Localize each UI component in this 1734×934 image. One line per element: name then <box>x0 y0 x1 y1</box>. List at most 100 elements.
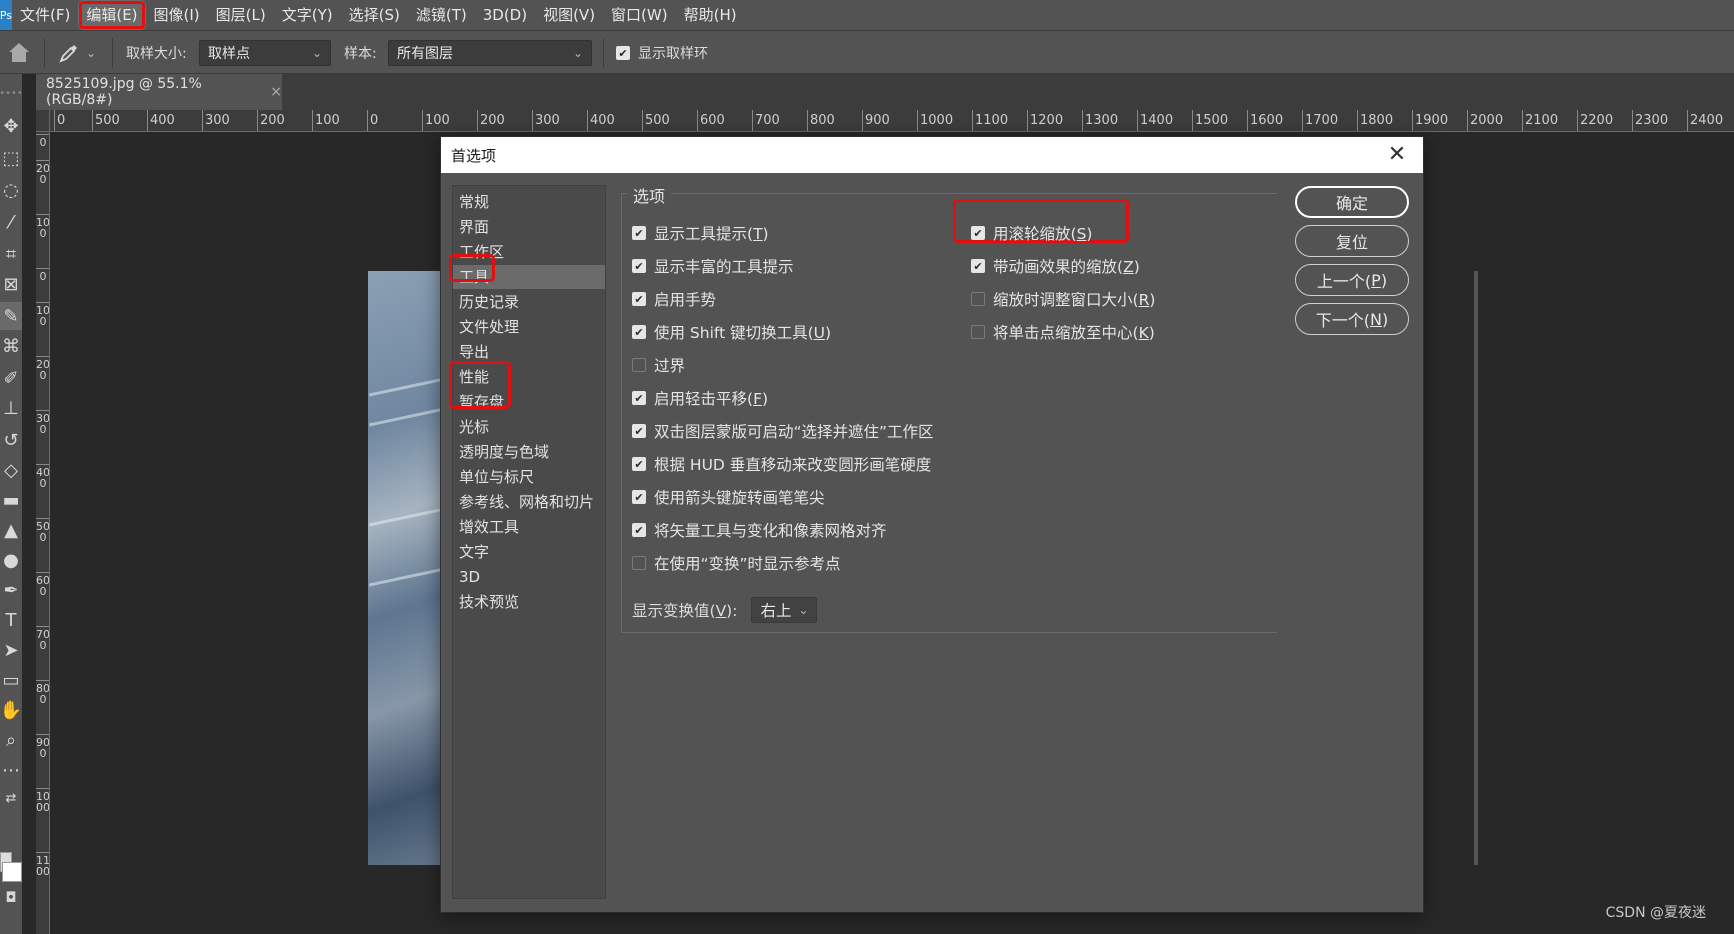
tool-preset-picker[interactable]: ⌄ <box>58 31 96 75</box>
option-snap-vector-pixel-grid[interactable]: ✔ 将矢量工具与变化和像素网格对齐 <box>632 519 887 541</box>
checkbox-unchecked-icon <box>632 358 646 372</box>
option-label: 启用手势 <box>654 291 717 309</box>
category-units-rulers[interactable]: 单位与标尺 <box>453 465 605 489</box>
option-label: 使用箭头键旋转画笔笔尖 <box>654 489 825 507</box>
ruler-tick-label: 200 <box>477 110 505 131</box>
ruler-origin[interactable] <box>36 110 50 132</box>
category-interface[interactable]: 界面 <box>453 215 605 239</box>
more-icon[interactable]: ⋯ <box>0 756 22 784</box>
category-plugins[interactable]: 增效工具 <box>453 515 605 539</box>
category-cursors[interactable]: 光标 <box>453 415 605 439</box>
eraser-icon[interactable]: ◇ <box>0 456 22 484</box>
ruler-tick-label: 900 <box>36 734 50 760</box>
healing-icon[interactable]: ⌘ <box>0 332 22 360</box>
category-transparency-gamut[interactable]: 透明度与色域 <box>453 440 605 464</box>
option-zoom-resizes-windows[interactable]: 缩放时调整窗口大小(R) <box>971 288 1155 310</box>
category-guides-grid-slices[interactable]: 参考线、网格和切片 <box>453 490 605 514</box>
close-icon[interactable]: ✕ <box>1385 143 1409 167</box>
prev-button[interactable]: 上一个(P) <box>1295 264 1409 296</box>
marquee-icon[interactable]: ⬚ <box>0 144 22 172</box>
dodge-icon[interactable]: ● <box>0 546 22 574</box>
swap-colors-icon[interactable]: ⇄ <box>0 784 22 812</box>
sample-value: 所有图层 <box>397 46 453 62</box>
quick-mask-icon[interactable]: ◘ <box>0 884 22 912</box>
stamp-icon[interactable]: ⊥ <box>0 394 22 422</box>
menu-window[interactable]: 窗口(W) <box>603 0 676 30</box>
menu-view[interactable]: 视图(V) <box>535 0 603 30</box>
transform-values-select[interactable]: 右上 ⌄ <box>751 597 818 623</box>
horizontal-ruler[interactable]: 0 500 400 300 200 100 0 100 200 300 400 … <box>50 110 1734 132</box>
option-label: 显示工具提示(T) <box>654 225 769 243</box>
checkbox-checked-icon: ✔ <box>971 226 985 240</box>
category-tools[interactable]: 工具 <box>453 265 605 289</box>
option-shift-switch-tool[interactable]: ✔ 使用 Shift 键切换工具(U) <box>632 321 831 343</box>
eyedropper-icon[interactable]: ✎ <box>0 302 22 330</box>
move-icon[interactable]: ✥ <box>0 112 22 140</box>
gradient-icon[interactable]: ▬ <box>0 486 22 514</box>
ruler-tick-label: 700 <box>36 626 50 652</box>
checkbox-checked-icon: ✔ <box>971 259 985 273</box>
option-flick-panning[interactable]: ✔ 启用轻击平移(F) <box>632 387 768 409</box>
option-arrow-rotate-brush[interactable]: ✔ 使用箭头键旋转画笔笔尖 <box>632 486 825 508</box>
menu-type[interactable]: 文字(Y) <box>274 0 341 30</box>
category-export[interactable]: 导出 <box>453 340 605 364</box>
category-workspace[interactable]: 工作区 <box>453 240 605 264</box>
rectangle-icon[interactable]: ▭ <box>0 666 22 694</box>
menu-file[interactable]: 文件(F) <box>12 0 78 30</box>
hand-icon[interactable]: ✋ <box>0 696 22 724</box>
zoom-icon[interactable]: ⌕ <box>0 726 22 754</box>
vertical-ruler[interactable]: 0 200 100 0 100 200 300 400 500 600 700 … <box>36 132 50 934</box>
dialog-titlebar[interactable]: 首选项 ✕ <box>441 137 1423 173</box>
option-show-rich-tooltips[interactable]: ✔ 显示丰富的工具提示 <box>632 255 794 277</box>
option-zoom-clicked-point-to-center[interactable]: 将单击点缩放至中心(K) <box>971 321 1155 343</box>
sample-select[interactable]: 所有图层 ⌄ <box>388 40 592 66</box>
category-performance[interactable]: 性能 <box>453 365 605 389</box>
menu-image[interactable]: 图像(I) <box>146 0 208 30</box>
menu-edit[interactable]: 编辑(E) <box>78 0 146 30</box>
category-technology-previews[interactable]: 技术预览 <box>453 590 605 614</box>
menu-select[interactable]: 选择(S) <box>341 0 408 30</box>
category-general[interactable]: 常规 <box>453 190 605 214</box>
close-tab-icon[interactable]: × <box>270 84 282 100</box>
document-tab[interactable]: 8525109.jpg @ 55.1%(RGB/8#) × <box>36 74 282 110</box>
category-type[interactable]: 文字 <box>453 540 605 564</box>
brush-icon[interactable]: ✐ <box>0 364 22 392</box>
home-button[interactable] <box>8 31 30 75</box>
ruler-tick-label: 100 <box>36 302 50 328</box>
menu-filter[interactable]: 滤镜(T) <box>408 0 475 30</box>
path-select-icon[interactable]: ➤ <box>0 636 22 664</box>
history-brush-icon[interactable]: ↺ <box>0 426 22 454</box>
option-zoom-with-scroll-wheel[interactable]: ✔ 用滚轮缩放(S) <box>971 222 1092 244</box>
transform-values-row: 显示变换值(V): 右上 ⌄ <box>632 597 818 623</box>
panel-grip-icon[interactable]: •••• <box>0 88 23 99</box>
pen-icon[interactable]: ✒ <box>0 576 22 604</box>
crop-icon[interactable]: ⌗ <box>0 240 22 268</box>
ok-button[interactable]: 确定 <box>1295 186 1409 218</box>
magic-wand-icon[interactable]: ⁄ <box>0 208 22 236</box>
lasso-icon[interactable]: ◌ <box>0 176 22 204</box>
checkbox-checked-icon: ✔ <box>616 46 630 60</box>
type-icon[interactable]: T <box>0 606 22 634</box>
sample-size-select[interactable]: 取样点 ⌄ <box>199 40 331 66</box>
category-3d[interactable]: 3D <box>453 565 605 589</box>
blur-icon[interactable]: ▲ <box>0 516 22 544</box>
category-history-log[interactable]: 历史记录 <box>453 290 605 314</box>
reset-button[interactable]: 复位 <box>1295 225 1409 257</box>
option-enable-gestures[interactable]: ✔ 启用手势 <box>632 288 716 310</box>
menu-help[interactable]: 帮助(H) <box>676 0 745 30</box>
category-scratch-disks[interactable]: 暂存盘 <box>453 390 605 414</box>
frame-icon[interactable]: ⊠ <box>0 270 22 298</box>
category-file-handling[interactable]: 文件处理 <box>453 315 605 339</box>
menu-3d[interactable]: 3D(D) <box>475 0 535 30</box>
option-show-reference-point[interactable]: 在使用“变换”时显示参考点 <box>632 552 841 574</box>
option-double-click-mask[interactable]: ✔ 双击图层蒙版可启动“选择并遮住”工作区 <box>632 420 934 442</box>
next-button[interactable]: 下一个(N) <box>1295 303 1409 335</box>
option-overscroll[interactable]: 过界 <box>632 354 685 376</box>
menu-layer[interactable]: 图层(L) <box>208 0 274 30</box>
show-sampling-ring-checkbox[interactable]: ✔ 显示取样环 <box>616 31 708 75</box>
option-hud-brush-hardness[interactable]: ✔ 根据 HUD 垂直移动来改变圆形画笔硬度 <box>632 453 931 475</box>
option-show-tooltips[interactable]: ✔ 显示工具提示(T) <box>632 222 769 244</box>
background-color-swatch[interactable] <box>2 862 22 882</box>
photoshop-logo-icon[interactable]: Ps <box>0 0 12 30</box>
option-animated-zoom[interactable]: ✔ 带动画效果的缩放(Z) <box>971 255 1140 277</box>
